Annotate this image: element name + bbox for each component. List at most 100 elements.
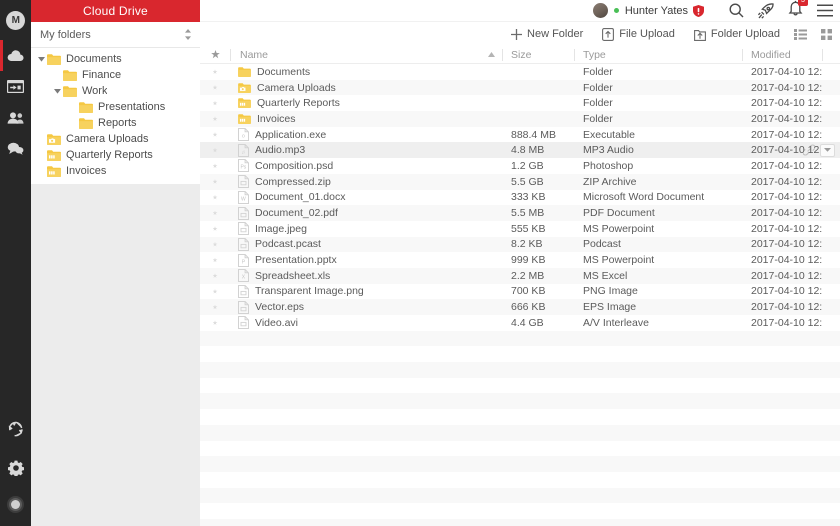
user-avatar[interactable]: [592, 3, 608, 18]
column-header-name[interactable]: Name: [230, 46, 502, 64]
rail-item-settings[interactable]: [0, 452, 31, 483]
folder-upload-button[interactable]: Folder Upload: [693, 28, 780, 41]
star-icon: [212, 320, 218, 325]
user-name[interactable]: Hunter Yates: [625, 5, 688, 17]
file-psd-icon: Ps: [238, 159, 249, 173]
rail-item-sync[interactable]: [0, 413, 31, 444]
row-modified-cell-label: 2017-04-10 12:45: [751, 128, 822, 141]
row-star-toggle[interactable]: [200, 190, 230, 206]
row-name-cell[interactable]: Video.avi: [230, 315, 502, 331]
star-icon: [212, 132, 218, 137]
list-view-icon[interactable]: [794, 28, 807, 40]
column-header-modified[interactable]: Modified: [742, 46, 822, 64]
tree-node[interactable]: Work: [31, 83, 200, 99]
row-name-cell[interactable]: Document_02.pdf: [230, 205, 502, 221]
sort-updown-icon[interactable]: [184, 29, 192, 40]
row-modified-cell-label: 2017-04-10 12:45: [751, 175, 822, 188]
column-header-type[interactable]: Type: [574, 46, 742, 64]
table-row[interactable]: Camera Uploads Folder 2017-04-10 12:45: [200, 79, 840, 96]
table-row[interactable]: Video.avi 4.4 GB A/V Interleave 2017-04-10 …: [200, 315, 840, 331]
table-row[interactable]: Invoices Folder 2017-04-10 12:45: [200, 111, 840, 127]
table-row[interactable]: Quarterly Reports Folder 2017-04-10 12:45: [200, 95, 840, 111]
row-star-toggle[interactable]: [200, 252, 230, 268]
row-star-toggle[interactable]: [200, 268, 230, 284]
row-name-cell[interactable]: Transparent Image.png: [230, 284, 502, 300]
table-row[interactable]: W Document_01.docx 333 KB Microsoft Word Do…: [200, 190, 840, 206]
rail-item-cloud-drive[interactable]: [0, 40, 31, 71]
row-name-cell[interactable]: Compressed.zip: [230, 174, 502, 190]
row-menu-button[interactable]: [820, 143, 835, 157]
tree-node[interactable]: Invoices: [31, 163, 200, 179]
search-icon[interactable]: [729, 3, 744, 18]
table-row[interactable]: Transparent Image.png 700 KB PNG Image 2017…: [200, 284, 840, 300]
tree-node[interactable]: Finance: [31, 67, 200, 83]
row-star-toggle[interactable]: [200, 205, 230, 221]
row-star-toggle[interactable]: [200, 64, 230, 80]
folder-tree-panel: My folders Documents Finance Work Presentat…: [31, 22, 200, 526]
table-row[interactable]: Image.jpeg 555 KB MS Powerpoint 2017-04-10 …: [200, 221, 840, 237]
table-row[interactable]: X Spreadsheet.xls 2.2 MB MS Excel 2017-04-10…: [200, 267, 840, 284]
row-name-cell[interactable]: o Application.exe: [230, 127, 502, 143]
row-name-label: Image.jpeg: [255, 222, 307, 235]
row-name-cell[interactable]: X Spreadsheet.xls: [230, 268, 502, 284]
row-name-cell[interactable]: Vector.eps: [230, 299, 502, 315]
row-name-cell[interactable]: Podcast.pcast: [230, 237, 502, 253]
star-icon: [212, 194, 218, 200]
row-star-toggle[interactable]: [200, 127, 230, 143]
tree-node[interactable]: Quarterly Reports: [31, 147, 200, 163]
row-star-toggle[interactable]: [200, 237, 230, 253]
row-star-toggle[interactable]: [200, 95, 230, 111]
table-row[interactable]: o Application.exe 888.4 MB Executable 2017-0…: [200, 127, 840, 143]
row-name-cell[interactable]: ♫ Audio.mp3: [230, 142, 502, 158]
row-star-toggle[interactable]: [200, 80, 230, 96]
sync-recycle-icon: [8, 421, 23, 436]
table-row[interactable]: Podcast.pcast 8.2 KB Podcast 2017-04-10 12:…: [200, 236, 840, 253]
row-name-cell[interactable]: Documents: [230, 64, 502, 80]
new-folder-button[interactable]: New Folder: [511, 28, 583, 40]
column-header-star[interactable]: [200, 46, 230, 64]
column-header-size[interactable]: Size: [502, 46, 574, 64]
row-name-cell[interactable]: Camera Uploads: [230, 80, 502, 96]
rail-item-account[interactable]: [0, 489, 31, 520]
table-row[interactable]: Document_02.pdf 5.5 MB PDF Document 2017-04…: [200, 205, 840, 221]
chevron-down-icon[interactable]: [51, 83, 63, 99]
hamburger-menu-icon[interactable]: [817, 4, 833, 17]
app-logo[interactable]: M: [0, 5, 31, 36]
table-row[interactable]: P Presentation.pptx 999 KB MS Powerpoint 201…: [200, 252, 840, 268]
tree-node[interactable]: Reports: [31, 115, 200, 131]
row-name-cell[interactable]: Invoices: [230, 111, 502, 127]
row-star-toggle[interactable]: [200, 284, 230, 300]
row-star-toggle[interactable]: [200, 174, 230, 190]
row-star-toggle[interactable]: [200, 299, 230, 315]
row-star-toggle[interactable]: [200, 158, 230, 174]
row-star-toggle[interactable]: [200, 315, 230, 331]
link-icon[interactable]: [803, 144, 815, 156]
warning-shield-icon[interactable]: [693, 4, 704, 17]
row-name-cell[interactable]: Ps Composition.psd: [230, 158, 502, 174]
empty-row: [200, 487, 840, 504]
row-name-cell[interactable]: Image.jpeg: [230, 221, 502, 237]
row-star-toggle[interactable]: [200, 142, 230, 158]
table-row[interactable]: Documents Folder 2017-04-10 12:45: [200, 64, 840, 80]
rocket-icon[interactable]: [758, 2, 774, 19]
notifications-bell[interactable]: 3: [788, 0, 808, 21]
row-modified-cell-label: 2017-04-10 12:45: [751, 269, 822, 282]
row-star-toggle[interactable]: [200, 221, 230, 237]
row-star-toggle[interactable]: [200, 111, 230, 127]
table-row[interactable]: Vector.eps 666 KB EPS Image 2017-04-10 12:4…: [200, 299, 840, 315]
tree-node[interactable]: Presentations: [31, 99, 200, 115]
rail-item-chat[interactable]: [0, 133, 31, 164]
row-name-cell[interactable]: P Presentation.pptx: [230, 252, 502, 268]
table-row[interactable]: Compressed.zip 5.5 GB ZIP Archive 2017-04-1…: [200, 173, 840, 190]
rail-item-transfers[interactable]: [0, 71, 31, 102]
tree-node[interactable]: Camera Uploads: [31, 131, 200, 147]
table-row[interactable]: ♫Audio.mp34.8 MBMP3 Audio2017-04-10 12:4…: [200, 142, 840, 159]
row-name-cell[interactable]: Quarterly Reports: [230, 95, 502, 111]
table-row[interactable]: Ps Composition.psd 1.2 GB Photoshop 2017-04-…: [200, 158, 840, 174]
file-upload-button[interactable]: File Upload: [602, 27, 675, 41]
grid-view-icon[interactable]: [821, 28, 832, 40]
rail-item-contacts[interactable]: [0, 102, 31, 133]
row-name-cell[interactable]: W Document_01.docx: [230, 190, 502, 206]
chevron-down-icon[interactable]: [35, 51, 47, 67]
tree-node[interactable]: Documents: [31, 51, 200, 67]
